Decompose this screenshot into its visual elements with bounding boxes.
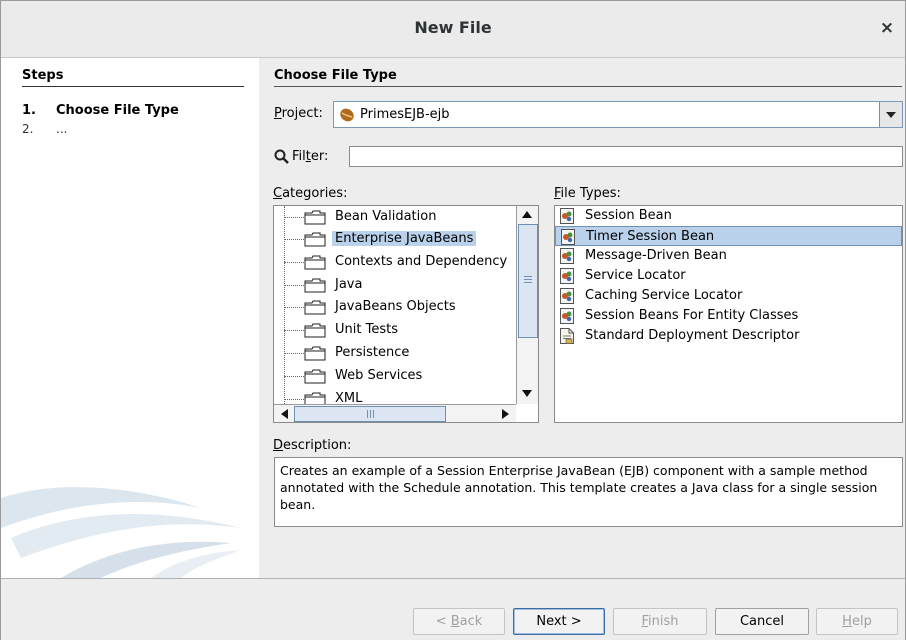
file-type-item[interactable]: Service Locator (555, 266, 902, 286)
ejb-file-icon (560, 288, 574, 304)
scroll-thumb[interactable] (294, 406, 446, 422)
category-label: Web Services (335, 368, 423, 383)
scroll-right-arrow-icon[interactable] (496, 405, 514, 422)
folder-icon (304, 278, 326, 293)
file-type-label: Session Bean (585, 208, 672, 223)
step-number: 2. (22, 122, 34, 136)
ejb-file-icon (561, 229, 575, 245)
scroll-thumb[interactable] (518, 224, 538, 338)
categories-label: Categories: (273, 186, 348, 201)
steps-header: Steps (22, 68, 244, 87)
project-combo[interactable]: PrimesEJB-ejb (333, 101, 903, 128)
category-label: Persistence (335, 345, 410, 360)
finish-button[interactable]: Finish (613, 608, 707, 635)
filter-label: Filter: (292, 149, 329, 164)
category-label: Java (335, 277, 363, 292)
ejb-file-icon (560, 268, 574, 284)
file-types-list[interactable]: Session Bean Timer Session Bean Message-… (554, 205, 903, 423)
file-type-label: Standard Deployment Descriptor (585, 328, 800, 343)
close-icon[interactable]: × (877, 18, 897, 38)
help-button[interactable]: Help (816, 608, 898, 635)
description-text: Creates an example of a Session Enterpri… (274, 457, 903, 527)
file-type-item[interactable]: Session Beans For Entity Classes (555, 306, 902, 326)
folder-icon (304, 300, 326, 315)
file-type-label: Message-Driven Bean (585, 248, 727, 263)
category-label: Unit Tests (335, 322, 398, 337)
file-type-label: Timer Session Bean (586, 229, 715, 244)
title-bar: New File × (1, 1, 905, 58)
folder-icon (304, 210, 326, 225)
step-2: 2.... (22, 122, 67, 136)
bean-project-icon (340, 108, 354, 122)
file-type-item[interactable]: Message-Driven Bean (555, 246, 902, 266)
category-item[interactable]: Unit Tests (274, 319, 534, 341)
description-label: Description: (273, 438, 352, 453)
swoosh-decoration-icon (1, 487, 241, 578)
dialog-title: New File (414, 18, 492, 37)
project-value: PrimesEJB-ejb (360, 107, 450, 122)
categories-tree[interactable]: Bean Validation Enterprise JavaBeans Con… (273, 205, 539, 423)
file-type-item-selected[interactable]: Timer Session Bean (555, 226, 902, 246)
next-button[interactable]: Next > (513, 608, 605, 635)
file-type-label: Service Locator (585, 268, 686, 283)
ejb-file-icon (560, 308, 574, 324)
scroll-left-arrow-icon[interactable] (276, 405, 294, 422)
chevron-down-icon[interactable] (879, 102, 902, 127)
category-label: Enterprise JavaBeans (332, 231, 477, 246)
categories-horizontal-scrollbar[interactable] (274, 404, 516, 422)
category-item[interactable]: Web Services (274, 365, 534, 387)
step-number: 1. (22, 103, 36, 118)
ejb-file-icon (560, 208, 574, 224)
category-item[interactable]: Contexts and Dependency (274, 251, 534, 273)
category-item-selected[interactable]: Enterprise JavaBeans (274, 228, 534, 250)
folder-icon (304, 369, 326, 384)
project-label: Project: (274, 106, 323, 121)
file-type-label: Session Beans For Entity Classes (585, 308, 799, 323)
back-button[interactable]: < Back (413, 608, 505, 635)
scroll-down-arrow-icon[interactable] (517, 386, 538, 402)
new-file-dialog: New File × Steps 1. Choose File Type 2...… (0, 0, 906, 640)
ejb-file-icon (560, 248, 574, 264)
filter-input[interactable] (349, 146, 903, 167)
folder-icon (304, 255, 326, 270)
category-item[interactable]: Persistence (274, 342, 534, 364)
category-label: Contexts and Dependency (335, 254, 508, 269)
categories-vertical-scrollbar[interactable] (516, 206, 538, 404)
category-item[interactable]: Java (274, 274, 534, 296)
step-label: ... (56, 122, 68, 136)
category-item[interactable]: JavaBeans Objects (274, 296, 534, 318)
folder-icon (304, 323, 326, 338)
panel-header: Choose File Type (274, 68, 902, 87)
file-type-item[interactable]: Standard Deployment Descriptor (555, 326, 902, 346)
folder-icon (304, 346, 326, 361)
step-1: 1. Choose File Type (22, 103, 179, 118)
step-label: Choose File Type (56, 103, 179, 118)
folder-icon (304, 232, 326, 247)
category-item[interactable]: Bean Validation (274, 206, 534, 228)
file-type-label: Caching Service Locator (585, 288, 743, 303)
deployment-descriptor-icon (560, 328, 574, 344)
scroll-up-arrow-icon[interactable] (517, 207, 538, 223)
file-type-item[interactable]: Session Bean (555, 206, 902, 226)
steps-panel: Steps 1. Choose File Type 2.... (1, 58, 259, 578)
button-bar: < Back Next > Finish Cancel Help (1, 578, 905, 640)
category-label: Bean Validation (335, 209, 437, 224)
main-panel: Choose File Type Project: PrimesEJB-ejb … (259, 58, 905, 578)
file-types-label: File Types: (554, 186, 621, 201)
search-icon (274, 149, 289, 164)
category-label: JavaBeans Objects (335, 299, 456, 314)
file-type-item[interactable]: Caching Service Locator (555, 286, 902, 306)
cancel-button[interactable]: Cancel (715, 608, 809, 635)
